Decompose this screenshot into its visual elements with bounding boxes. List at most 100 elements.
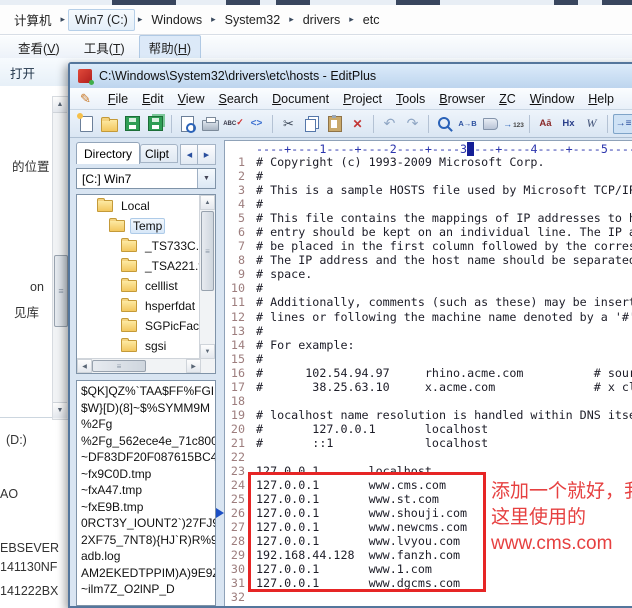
editor-line[interactable]: 5# This file contains the mappings of IP…: [225, 211, 632, 225]
word-wrap-icon[interactable]: W: [581, 114, 602, 134]
delete-icon[interactable]: ✕: [347, 114, 368, 134]
menu-item[interactable]: 工具(T): [74, 35, 135, 60]
scroll-up-icon[interactable]: ▲: [200, 195, 215, 210]
editplus-menu-search[interactable]: Search: [212, 89, 266, 109]
breadcrumb-separator-icon[interactable]: ▸: [286, 14, 297, 25]
editor-line[interactable]: 21# ::1 localhost: [225, 436, 632, 450]
editor-line[interactable]: 8# The IP address and the host name shou…: [225, 253, 632, 267]
editor-line[interactable]: 18: [225, 394, 632, 408]
file-list-item[interactable]: AM2EKEDTPPIM)A)9E9Z: [77, 566, 215, 583]
file-list-item[interactable]: adb.log: [77, 549, 215, 566]
file-list-item[interactable]: ~DF83DF20F087615BC4: [77, 450, 215, 467]
editor-line[interactable]: 12# lines or following the machine name …: [225, 310, 632, 324]
tree-item-_ts733c.t[interactable]: _TS733C.t: [77, 236, 199, 256]
tab-scroll-right-icon[interactable]: ▶: [197, 144, 216, 165]
editplus-menu-file[interactable]: File: [101, 89, 135, 109]
file-list-item[interactable]: $QK]QZ%`TAA$FF%FGIF: [77, 384, 215, 401]
file-list-item[interactable]: 0RCT3Y_IOUNT2`)27FJ9: [77, 516, 215, 533]
editplus-menu-window[interactable]: Window: [523, 89, 581, 109]
tree-item-temp[interactable]: Temp: [77, 216, 199, 236]
print-icon[interactable]: [200, 114, 221, 134]
editor-line[interactable]: 7# be placed in the first column followe…: [225, 239, 632, 253]
tree-item-sgsi[interactable]: sgsi: [77, 336, 199, 356]
editplus-menu-help[interactable]: Help: [581, 89, 621, 109]
browser-preview-icon[interactable]: [480, 114, 501, 134]
breadcrumb[interactable]: 计算机▸Win7 (C:)▸Windows▸System32▸drivers▸e…: [0, 5, 632, 35]
breadcrumb-item[interactable]: drivers: [297, 10, 347, 30]
replace-icon[interactable]: A→B: [457, 114, 478, 134]
breadcrumb-separator-icon[interactable]: ▸: [208, 14, 219, 25]
editplus-menu-view[interactable]: View: [171, 89, 212, 109]
undo-icon[interactable]: ↶: [379, 114, 400, 134]
tab-cliptext[interactable]: Clipt: [140, 144, 178, 163]
scrollbar-thumb[interactable]: ≡: [54, 255, 68, 327]
breadcrumb-item[interactable]: Win7 (C:): [68, 9, 135, 31]
editplus-menu-zc[interactable]: ZC: [492, 89, 523, 109]
tab-directory[interactable]: Directory: [76, 142, 140, 164]
html-tags-icon[interactable]: <>: [246, 114, 267, 134]
file-list-item[interactable]: %2Fg_562ece4e_71c800: [77, 434, 215, 451]
editor-line[interactable]: 3# This is a sample HOSTS file used by M…: [225, 183, 632, 197]
breadcrumb-item[interactable]: Windows: [145, 10, 208, 30]
editor-line[interactable]: 16# 102.54.94.97 rhino.acme.com # source…: [225, 366, 632, 380]
file-list-item[interactable]: ~fxA47.tmp: [77, 483, 215, 500]
editor-line[interactable]: 4#: [225, 197, 632, 211]
tree-item-_tsa221.t[interactable]: _TSA221.t: [77, 256, 199, 276]
find-icon[interactable]: [434, 114, 455, 134]
editor-line[interactable]: 13#: [225, 324, 632, 338]
editor-line[interactable]: 9# space.: [225, 267, 632, 281]
editor-line[interactable]: 15#: [225, 352, 632, 366]
editor-line[interactable]: 10#: [225, 281, 632, 295]
editor-line[interactable]: 32: [225, 590, 632, 604]
file-list-item[interactable]: ~fx9C0D.tmp: [77, 467, 215, 484]
editplus-menu-project[interactable]: Project: [336, 89, 389, 109]
open-folder-icon[interactable]: [99, 114, 120, 134]
scroll-down-icon[interactable]: ▼: [200, 344, 215, 359]
editor-line[interactable]: 14# For example:: [225, 338, 632, 352]
menu-item[interactable]: 帮助(H): [139, 35, 201, 60]
cut-icon[interactable]: ✂: [278, 114, 299, 134]
save-icon[interactable]: [122, 114, 143, 134]
scrollbar-thumb[interactable]: ≡: [201, 211, 214, 291]
editor-pane[interactable]: ----+----1----+----2----+----3----+----4…: [224, 140, 632, 606]
scrollbar-thumb[interactable]: ≡: [92, 360, 146, 372]
paste-icon[interactable]: [324, 114, 345, 134]
breadcrumb-item[interactable]: etc: [357, 10, 386, 30]
goto-line-icon[interactable]: 123: [503, 114, 524, 134]
editor-line[interactable]: 22: [225, 450, 632, 464]
tree-item-local[interactable]: Local: [77, 196, 199, 216]
file-list-item[interactable]: %2Fg: [77, 417, 215, 434]
file-list-item[interactable]: $W}[D)(8]~$%SYMM9M: [77, 401, 215, 418]
save-all-icon[interactable]: [145, 114, 166, 134]
editor-line[interactable]: 1# Copyright (c) 1993-2009 Microsoft Cor…: [225, 155, 632, 169]
scroll-down-icon[interactable]: ▼: [53, 402, 67, 418]
editor-line[interactable]: 17# 38.25.63.10 x.acme.com # x client ho…: [225, 380, 632, 394]
spell-check-icon[interactable]: ABC: [223, 114, 244, 134]
file-list-item[interactable]: ~fxE9B.tmp: [77, 500, 215, 517]
scroll-right-icon[interactable]: ▶: [186, 359, 201, 373]
breadcrumb-item[interactable]: System32: [219, 10, 287, 30]
editplus-menu-document[interactable]: Document: [265, 89, 336, 109]
scroll-left-icon[interactable]: ◀: [77, 359, 92, 373]
copy-icon[interactable]: [301, 114, 322, 134]
tree-item-hsperfdat[interactable]: hsperfdat: [77, 296, 199, 316]
editor-line[interactable]: 19# localhost name resolution is handled…: [225, 408, 632, 422]
hex-view-icon[interactable]: Hx: [558, 114, 579, 134]
breadcrumb-separator-icon[interactable]: ▸: [346, 14, 357, 25]
new-document-icon[interactable]: [76, 114, 97, 134]
menu-item[interactable]: 查看(V): [8, 35, 70, 60]
editor-line[interactable]: 20# 127.0.0.1 localhost: [225, 422, 632, 436]
editor-line[interactable]: 11# Additionally, comments (such as thes…: [225, 295, 632, 309]
drive-selector[interactable]: [C:] Win7 ▼: [76, 168, 216, 189]
tree-item-sgpicface[interactable]: SGPicFace: [77, 316, 199, 336]
scroll-up-icon[interactable]: ▲: [53, 97, 67, 113]
font-icon[interactable]: Aā: [535, 114, 556, 134]
breadcrumb-separator-icon[interactable]: ▸: [58, 14, 69, 25]
editor-line[interactable]: 2#: [225, 169, 632, 183]
print-preview-icon[interactable]: [177, 114, 198, 134]
toggle-indent-icon[interactable]: →≡: [613, 114, 632, 134]
file-list-item[interactable]: 2XF75_7NT8){HJ`R)R%9: [77, 533, 215, 550]
tree-item-celllist[interactable]: celllist: [77, 276, 199, 296]
redo-icon[interactable]: ↷: [402, 114, 423, 134]
tree-vertical-scrollbar[interactable]: ▲ ≡ ▼: [199, 195, 215, 359]
